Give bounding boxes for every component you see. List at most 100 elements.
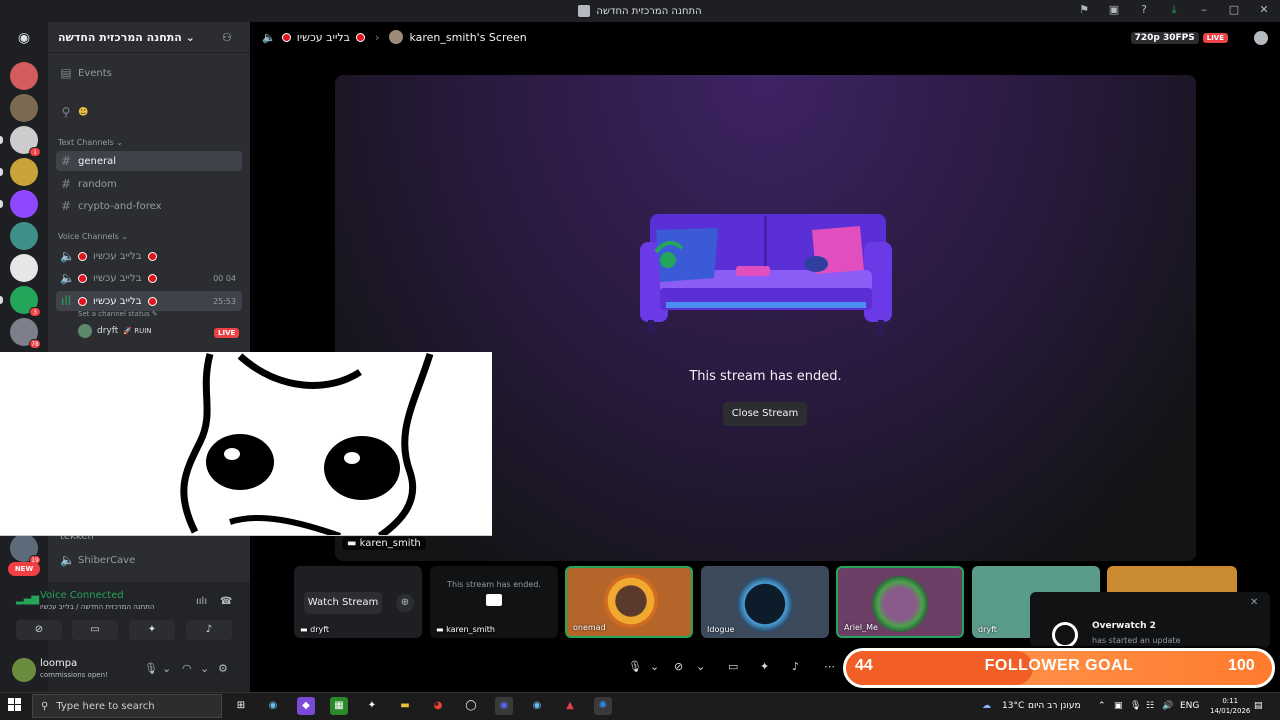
- minimize-button[interactable]: –: [1196, 3, 1212, 17]
- server-icon[interactable]: [10, 158, 38, 186]
- task-view-icon[interactable]: ⊞: [232, 697, 250, 715]
- server-icon[interactable]: 1: [10, 126, 41, 157]
- stream-quality: 720p 30FPS LIVE: [1130, 32, 1228, 44]
- server-name[interactable]: התחנה המרכזית החדשה ⌄: [58, 31, 195, 44]
- voice-connected-label[interactable]: Voice Connected: [40, 590, 124, 601]
- chevron-down-icon[interactable]: ⌄: [696, 656, 705, 676]
- popout-icon[interactable]: ⊕: [396, 594, 414, 612]
- stage-menu-icon[interactable]: [1254, 31, 1268, 45]
- close-window-button[interactable]: ✕: [1256, 3, 1272, 17]
- speaker-icon: 🔈: [60, 249, 75, 263]
- chrome-icon[interactable]: ◕: [429, 697, 447, 715]
- noise-suppression-icon[interactable]: ıılı: [196, 596, 207, 607]
- server-icon[interactable]: [10, 94, 38, 122]
- steam-icon[interactable]: ◉: [528, 697, 546, 715]
- voice-channel[interactable]: 🔈 בלייב עכשיו: [56, 246, 242, 266]
- clock[interactable]: 0:11 14/01/2026: [1210, 696, 1250, 716]
- channel-general[interactable]: # general: [56, 151, 242, 171]
- close-icon[interactable]: ✕: [1250, 597, 1258, 608]
- app-icon[interactable]: ✦: [363, 697, 381, 715]
- server-icon[interactable]: [10, 62, 38, 90]
- microphone-icon[interactable]: 🎙: [628, 656, 642, 676]
- tray-app-icon[interactable]: ▣: [1114, 701, 1123, 711]
- app-icon[interactable]: ▦: [330, 697, 348, 715]
- chevron-down-icon[interactable]: ⌄: [162, 662, 171, 675]
- battlenet-icon[interactable]: ✺: [594, 697, 612, 715]
- screen: התחנה המרכזית החדשה ⚑ ▣ ? ⤓ – □ ✕ ◉ 1 3 …: [0, 0, 1280, 720]
- volume-icon[interactable]: 🔊: [1162, 701, 1173, 711]
- language-indicator[interactable]: ENG: [1180, 701, 1199, 711]
- voice-channel-shibercave[interactable]: 🔈 ShiberCave: [56, 550, 242, 570]
- screen-share-button[interactable]: ▭: [72, 620, 118, 640]
- server-icon[interactable]: 19: [10, 534, 41, 565]
- discord-taskbar-icon[interactable]: ◉: [495, 697, 513, 715]
- notification-body: has started an update: [1092, 636, 1181, 645]
- download-icon[interactable]: ⤓: [1166, 3, 1182, 17]
- network-icon[interactable]: ☷: [1146, 701, 1154, 711]
- notification-title: Overwatch 2: [1092, 621, 1156, 631]
- events-item[interactable]: ▤ Events: [56, 63, 242, 83]
- headphones-icon[interactable]: ◠: [182, 662, 192, 675]
- server-icon[interactable]: 3: [10, 286, 41, 317]
- camera-off-icon[interactable]: ⊘: [674, 656, 683, 676]
- tile-stream-ended: This stream has ended.: [447, 580, 541, 589]
- screen-share-icon[interactable]: ▭: [728, 656, 738, 676]
- app-icon[interactable]: ▲: [561, 697, 579, 715]
- voice-user-dryft[interactable]: dryft 🚀 RUIN: [78, 324, 152, 338]
- taskbar-search-input[interactable]: ⚲ Type here to search: [32, 694, 222, 718]
- search-icon: ⚲: [41, 700, 49, 712]
- discord-home-icon[interactable]: ◉: [12, 30, 36, 48]
- microphone-icon[interactable]: 🎙: [144, 662, 158, 675]
- close-stream-button[interactable]: Close Stream: [723, 402, 807, 426]
- channel-crypto-and-forex[interactable]: # crypto-and-forex: [56, 196, 242, 216]
- maximize-button[interactable]: □: [1226, 3, 1242, 17]
- help-icon[interactable]: ?: [1136, 3, 1152, 17]
- soundboard-button[interactable]: ♪: [186, 620, 232, 640]
- voice-location[interactable]: התחנה המרכזית החדשה / בלייב עכשיו: [40, 603, 154, 611]
- channel-browser-row[interactable]: ⚲ ☻: [56, 102, 242, 122]
- settings-gear-icon[interactable]: ⚙: [218, 662, 228, 675]
- window-title: התחנה המרכזית החדשה: [596, 5, 702, 17]
- user-avatar[interactable]: [12, 658, 36, 682]
- title-bar: התחנה המרכזית החדשה ⚑ ▣ ? ⤓ – □ ✕: [0, 0, 1280, 22]
- signal-icon[interactable]: ▂▄▆: [16, 594, 39, 605]
- voice-channel[interactable]: 🔈 בלייב עכשיו 00 04: [56, 268, 242, 288]
- disconnect-icon[interactable]: ☎: [220, 596, 232, 607]
- watch-stream-button[interactable]: Watch Stream: [304, 592, 382, 614]
- chevron-down-icon[interactable]: ⌄: [200, 662, 209, 675]
- server-icon[interactable]: [10, 222, 38, 250]
- weather-icon[interactable]: ☁: [982, 701, 991, 711]
- screen-icon: [486, 594, 502, 606]
- category-text-channels[interactable]: Text Channels ⌄: [58, 138, 123, 147]
- streamer-avatar: [389, 30, 404, 44]
- user-name[interactable]: loompa: [40, 658, 77, 669]
- activities-button[interactable]: ✦: [129, 620, 175, 640]
- steam-icon[interactable]: ◉: [264, 697, 282, 715]
- game-activity: 🚀 RUIN: [123, 327, 152, 335]
- pin-icon[interactable]: ⚑: [1076, 3, 1092, 17]
- channel-status-input[interactable]: Set a channel status ✎: [78, 310, 158, 318]
- twitch-server-icon[interactable]: [10, 190, 38, 218]
- channel-random[interactable]: # random: [56, 174, 242, 194]
- weather-temp[interactable]: 13°C: [1002, 701, 1024, 711]
- inbox-icon[interactable]: ▣: [1106, 3, 1122, 17]
- new-badge[interactable]: NEW: [8, 562, 40, 576]
- weather-desc[interactable]: מעונן רב היום: [1028, 701, 1081, 711]
- github-icon[interactable]: ◯: [462, 697, 480, 715]
- category-voice-channels[interactable]: Voice Channels ⌄: [58, 232, 128, 241]
- server-icon[interactable]: [10, 254, 38, 282]
- hash-icon: #: [60, 177, 72, 191]
- notifications-icon[interactable]: ▤: [1254, 701, 1263, 711]
- camera-off-button[interactable]: ⊘: [16, 620, 62, 640]
- server-icon[interactable]: 78: [10, 318, 41, 349]
- tray-chevron-icon[interactable]: ⌃: [1098, 701, 1106, 711]
- windows-start-icon[interactable]: [8, 698, 22, 712]
- chevron-down-icon[interactable]: ⌄: [650, 656, 659, 676]
- tray-mic-icon[interactable]: 🎙: [1130, 701, 1141, 711]
- file-explorer-icon[interactable]: ▬: [396, 697, 414, 715]
- soundboard-icon[interactable]: ♪: [792, 656, 799, 676]
- voice-channel-active[interactable]: ıll בלייב עכשיו 25:53: [56, 291, 242, 311]
- activities-icon[interactable]: ✦: [760, 656, 769, 676]
- visual-studio-icon[interactable]: ◆: [297, 697, 315, 715]
- more-options-icon[interactable]: ⋯: [824, 656, 835, 676]
